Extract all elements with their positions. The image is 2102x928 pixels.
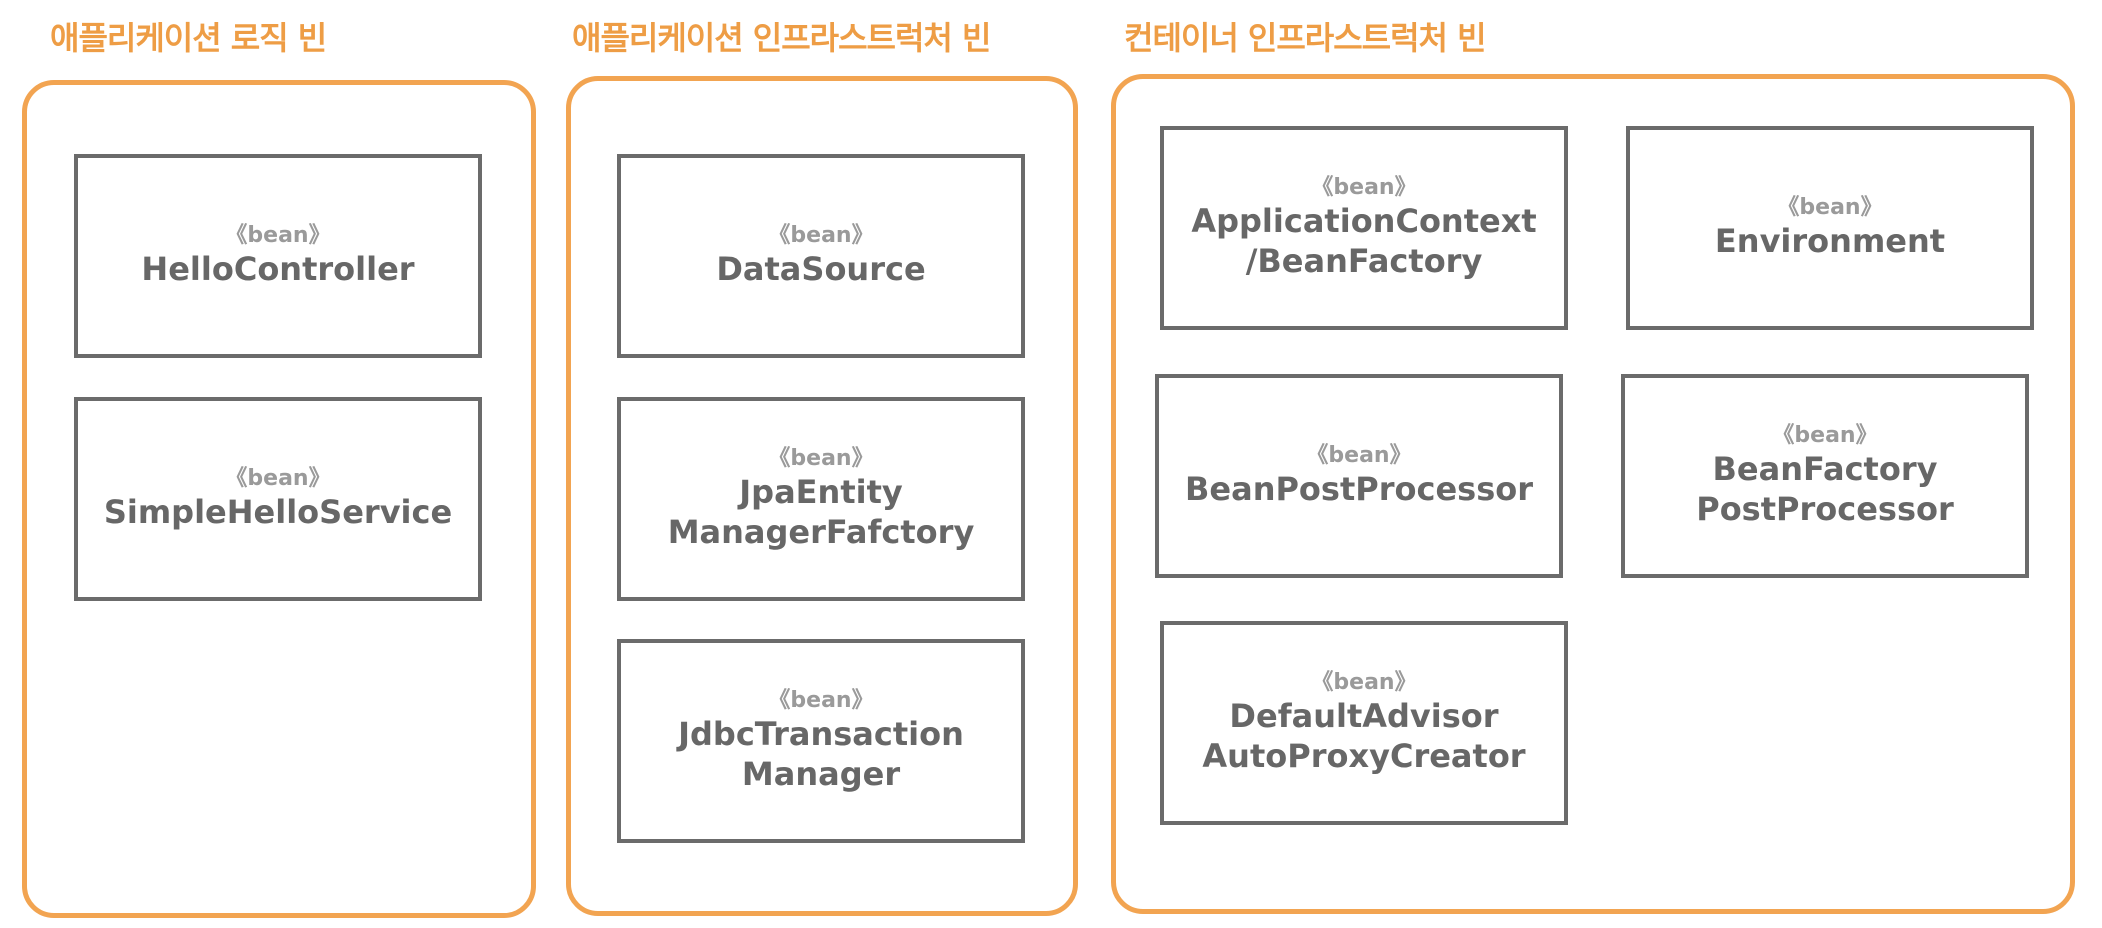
bean-hello-controller: 《bean》 HelloController: [74, 154, 482, 358]
bean-name-line-1: JpaEntity: [739, 473, 903, 511]
bean-name: HelloController: [141, 250, 415, 288]
bean-bean-post-processor: 《bean》 BeanPostProcessor: [1155, 374, 1563, 578]
bean-name-line-2: Manager: [741, 755, 901, 793]
bean-name: SimpleHelloService: [103, 493, 453, 531]
bean-application-context: 《bean》 ApplicationContext /BeanFactory: [1160, 126, 1568, 330]
bean-name-line-1: DefaultAdvisor: [1229, 697, 1499, 735]
bean-name-line-2: ManagerFafctory: [667, 513, 975, 551]
group-title-application-infrastructure: 애플리케이션 인프라스트럭처 빈: [572, 19, 991, 57]
bean-bean-factory-post-processor: 《bean》 BeanFactory PostProcessor: [1621, 374, 2029, 578]
bean-data-source: 《bean》 DataSource: [617, 154, 1025, 358]
bean-stereotype: 《bean》: [225, 223, 331, 248]
group-title-container-infrastructure: 컨테이너 인프라스트럭처 빈: [1124, 19, 1487, 57]
bean-stereotype: 《bean》: [1306, 443, 1412, 468]
bean-jpa-entity-manager-factory: 《bean》 JpaEntity ManagerFafctory: [617, 397, 1025, 601]
bean-name-line-2: AutoProxyCreator: [1202, 737, 1526, 775]
bean-stereotype: 《bean》: [225, 466, 331, 491]
group-title-application-logic: 애플리케이션 로직 빈: [50, 19, 327, 57]
bean-default-advisor-auto-proxy-creator: 《bean》 DefaultAdvisor AutoProxyCreator: [1160, 621, 1568, 825]
bean-name: DataSource: [716, 250, 926, 288]
bean-name: Environment: [1714, 222, 1946, 260]
bean-name-line-1: JdbcTransaction: [678, 715, 964, 753]
bean-name-line-1: ApplicationContext: [1191, 202, 1537, 240]
bean-stereotype: 《bean》: [1311, 175, 1417, 200]
bean-stereotype: 《bean》: [768, 223, 874, 248]
bean-name: BeanPostProcessor: [1185, 470, 1533, 508]
bean-simple-hello-service: 《bean》 SimpleHelloService: [74, 397, 482, 601]
bean-stereotype: 《bean》: [768, 688, 874, 713]
bean-name-line-1: BeanFactory: [1712, 450, 1938, 488]
bean-name-line-2: /BeanFactory: [1245, 242, 1483, 280]
bean-environment: 《bean》 Environment: [1626, 126, 2034, 330]
bean-stereotype: 《bean》: [1311, 670, 1417, 695]
bean-stereotype: 《bean》: [1772, 423, 1878, 448]
bean-jdbc-transaction-manager: 《bean》 JdbcTransaction Manager: [617, 639, 1025, 843]
bean-stereotype: 《bean》: [1777, 195, 1883, 220]
bean-stereotype: 《bean》: [768, 446, 874, 471]
bean-name-line-2: PostProcessor: [1696, 490, 1954, 528]
